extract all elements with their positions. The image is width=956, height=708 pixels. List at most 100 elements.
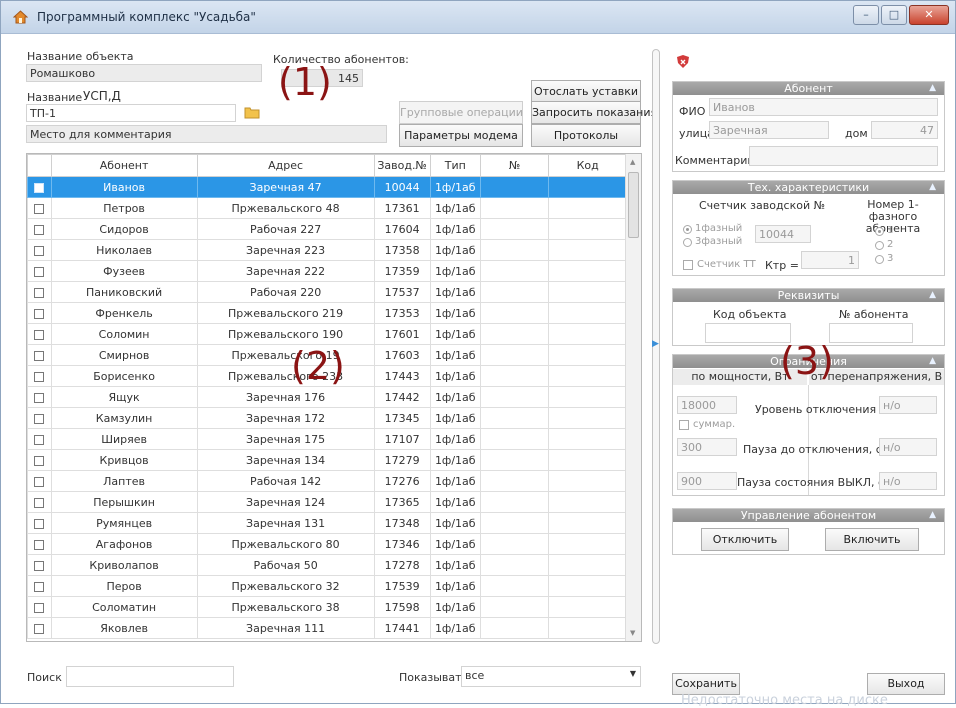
table-row[interactable]: Камзулин Заречная 172 17345 1ф/1аб	[27, 407, 627, 429]
splitter-arrow-icon[interactable]: ▶	[652, 339, 659, 349]
minimize-button[interactable]: –	[853, 5, 879, 25]
requisites-panel-header[interactable]: Реквизиты ▲	[673, 289, 944, 302]
table-row[interactable]: Лаптев Рабочая 142 17276 1ф/1аб	[27, 470, 627, 492]
column-header[interactable]: Код	[548, 154, 627, 177]
table-row[interactable]: Паниковский Рабочая 220 17537 1ф/1аб	[27, 281, 627, 303]
row-checkbox[interactable]	[34, 539, 45, 550]
row-checkbox[interactable]	[34, 518, 45, 529]
row-checkbox[interactable]	[34, 623, 45, 634]
row-checkbox[interactable]	[34, 560, 45, 571]
phase-radio-2[interactable]	[875, 241, 884, 250]
table-row[interactable]: Петров Пржевальского 48 17361 1ф/1аб	[27, 197, 627, 219]
fio-field[interactable]: Иванов	[709, 98, 938, 116]
name-field[interactable]: ТП-1	[26, 104, 236, 122]
group-ops-button[interactable]: Групповые операции	[399, 101, 523, 124]
table-row[interactable]: Румянцев Заречная 131 17348 1ф/1аб	[27, 512, 627, 534]
table-row[interactable]: Криволапов Рабочая 50 17278 1ф/1аб	[27, 554, 627, 576]
table-row[interactable]: Ширяев Заречная 175 17107 1ф/1аб	[27, 428, 627, 450]
row-checkbox[interactable]	[34, 287, 45, 298]
control-panel-header[interactable]: Управление абонентом ▲	[673, 509, 944, 522]
maximize-button[interactable]: □	[881, 5, 907, 25]
summ-checkbox[interactable]	[679, 420, 689, 430]
row-checkbox[interactable]	[34, 308, 45, 319]
phase-radio-1[interactable]	[875, 227, 884, 236]
pause-before-field[interactable]: 300	[677, 438, 737, 456]
row-checkbox[interactable]	[34, 602, 45, 613]
column-header[interactable]: Завод.№	[373, 154, 431, 177]
comment-field[interactable]: Место для комментария	[26, 125, 387, 143]
table-row[interactable]: Соломатин Пржевальского 38 17598 1ф/1аб	[27, 596, 627, 618]
house-field[interactable]: 47	[871, 121, 938, 139]
row-checkbox[interactable]	[34, 329, 45, 340]
meter-tt-checkbox[interactable]	[683, 260, 693, 270]
pause-before-v-field[interactable]: н/о	[879, 438, 937, 456]
column-header[interactable]: №	[479, 154, 550, 177]
connect-button[interactable]: Включить	[825, 528, 919, 551]
table-row[interactable]: Кривцов Заречная 134 17279 1ф/1аб	[27, 449, 627, 471]
table-row[interactable]: Перов Пржевальского 32 17539 1ф/1аб	[27, 575, 627, 597]
collapse-icon[interactable]: ▲	[929, 355, 936, 368]
tech-panel-header[interactable]: Тех. характеристики ▲	[673, 181, 944, 194]
pause-off-field[interactable]: 900	[677, 472, 737, 490]
level-field[interactable]: н/о	[879, 396, 937, 414]
table-scrollbar[interactable]: ▲ ▼	[625, 154, 641, 641]
search-input[interactable]	[66, 666, 234, 687]
column-header[interactable]: Абонент	[50, 154, 198, 177]
row-checkbox[interactable]	[34, 245, 45, 256]
object-code-field[interactable]	[705, 323, 791, 343]
row-checkbox[interactable]	[34, 203, 45, 214]
table-row[interactable]: Фузеев Заречная 222 17359 1ф/1аб	[27, 260, 627, 282]
row-checkbox[interactable]	[34, 371, 45, 382]
close-button[interactable]: ✕	[909, 5, 949, 25]
protocols-button[interactable]: Протоколы	[531, 124, 641, 147]
table-row[interactable]: Яковлев Заречная 111 17441 1ф/1аб	[27, 617, 627, 639]
row-checkbox[interactable]	[34, 392, 45, 403]
column-header-select[interactable]	[27, 154, 52, 177]
table-row[interactable]: Агафонов Пржевальского 80 17346 1ф/1аб	[27, 533, 627, 555]
show-select[interactable]: все ▼	[461, 666, 641, 687]
table-row[interactable]: Николаев Заречная 223 17358 1ф/1аб	[27, 239, 627, 261]
collapse-icon[interactable]: ▲	[929, 181, 936, 194]
table-row[interactable]: Ящук Заречная 176 17442 1ф/1аб	[27, 386, 627, 408]
row-checkbox[interactable]	[34, 266, 45, 277]
street-field[interactable]: Заречная	[709, 121, 829, 139]
row-checkbox[interactable]	[34, 497, 45, 508]
column-header[interactable]: Адрес	[196, 154, 375, 177]
scroll-up-icon[interactable]: ▲	[630, 158, 635, 166]
collapse-icon[interactable]: ▲	[929, 82, 936, 95]
folder-icon[interactable]	[244, 106, 260, 119]
collapse-icon[interactable]: ▲	[929, 509, 936, 522]
table-row[interactable]: Перышкин Заречная 124 17365 1ф/1аб	[27, 491, 627, 513]
power-field[interactable]: 18000	[677, 396, 737, 414]
radio-1phase[interactable]	[683, 225, 692, 234]
subscriber-panel-header[interactable]: Абонент ▲	[673, 82, 944, 95]
row-checkbox[interactable]	[34, 476, 45, 487]
serial-field[interactable]: 10044	[755, 225, 811, 243]
modem-params-button[interactable]: Параметры модема	[399, 124, 523, 147]
pause-off-v-field[interactable]: н/о	[879, 472, 937, 490]
table-row[interactable]: Иванов Заречная 47 10044 1ф/1аб	[27, 176, 627, 198]
send-settings-button[interactable]: Отослать уставки	[531, 80, 641, 103]
disconnect-button[interactable]: Отключить	[701, 528, 789, 551]
subscriber-comment-field[interactable]	[749, 146, 938, 166]
column-header[interactable]: Тип	[429, 154, 481, 177]
row-checkbox[interactable]	[34, 455, 45, 466]
ktr-field[interactable]: 1	[801, 251, 859, 269]
save-button[interactable]: Сохранить	[672, 673, 740, 695]
scroll-down-icon[interactable]: ▼	[630, 629, 635, 637]
table-row[interactable]: Сидоров Рабочая 227 17604 1ф/1аб	[27, 218, 627, 240]
row-checkbox[interactable]	[34, 350, 45, 361]
row-checkbox[interactable]	[34, 434, 45, 445]
collapse-icon[interactable]: ▲	[929, 289, 936, 302]
object-name-field[interactable]: Ромашково	[26, 64, 262, 82]
row-checkbox[interactable]	[34, 581, 45, 592]
row-checkbox[interactable]	[34, 413, 45, 424]
phase-radio-3[interactable]	[875, 255, 884, 264]
subscriber-num-field[interactable]	[829, 323, 913, 343]
scroll-thumb[interactable]	[628, 172, 639, 238]
request-readings-button[interactable]: Запросить показания	[531, 101, 657, 124]
row-checkbox[interactable]	[34, 182, 45, 193]
exit-button[interactable]: Выход	[867, 673, 945, 695]
table-row[interactable]: Френкель Пржевальского 219 17353 1ф/1аб	[27, 302, 627, 324]
table-row[interactable]: Соломин Пржевальского 190 17601 1ф/1аб	[27, 323, 627, 345]
